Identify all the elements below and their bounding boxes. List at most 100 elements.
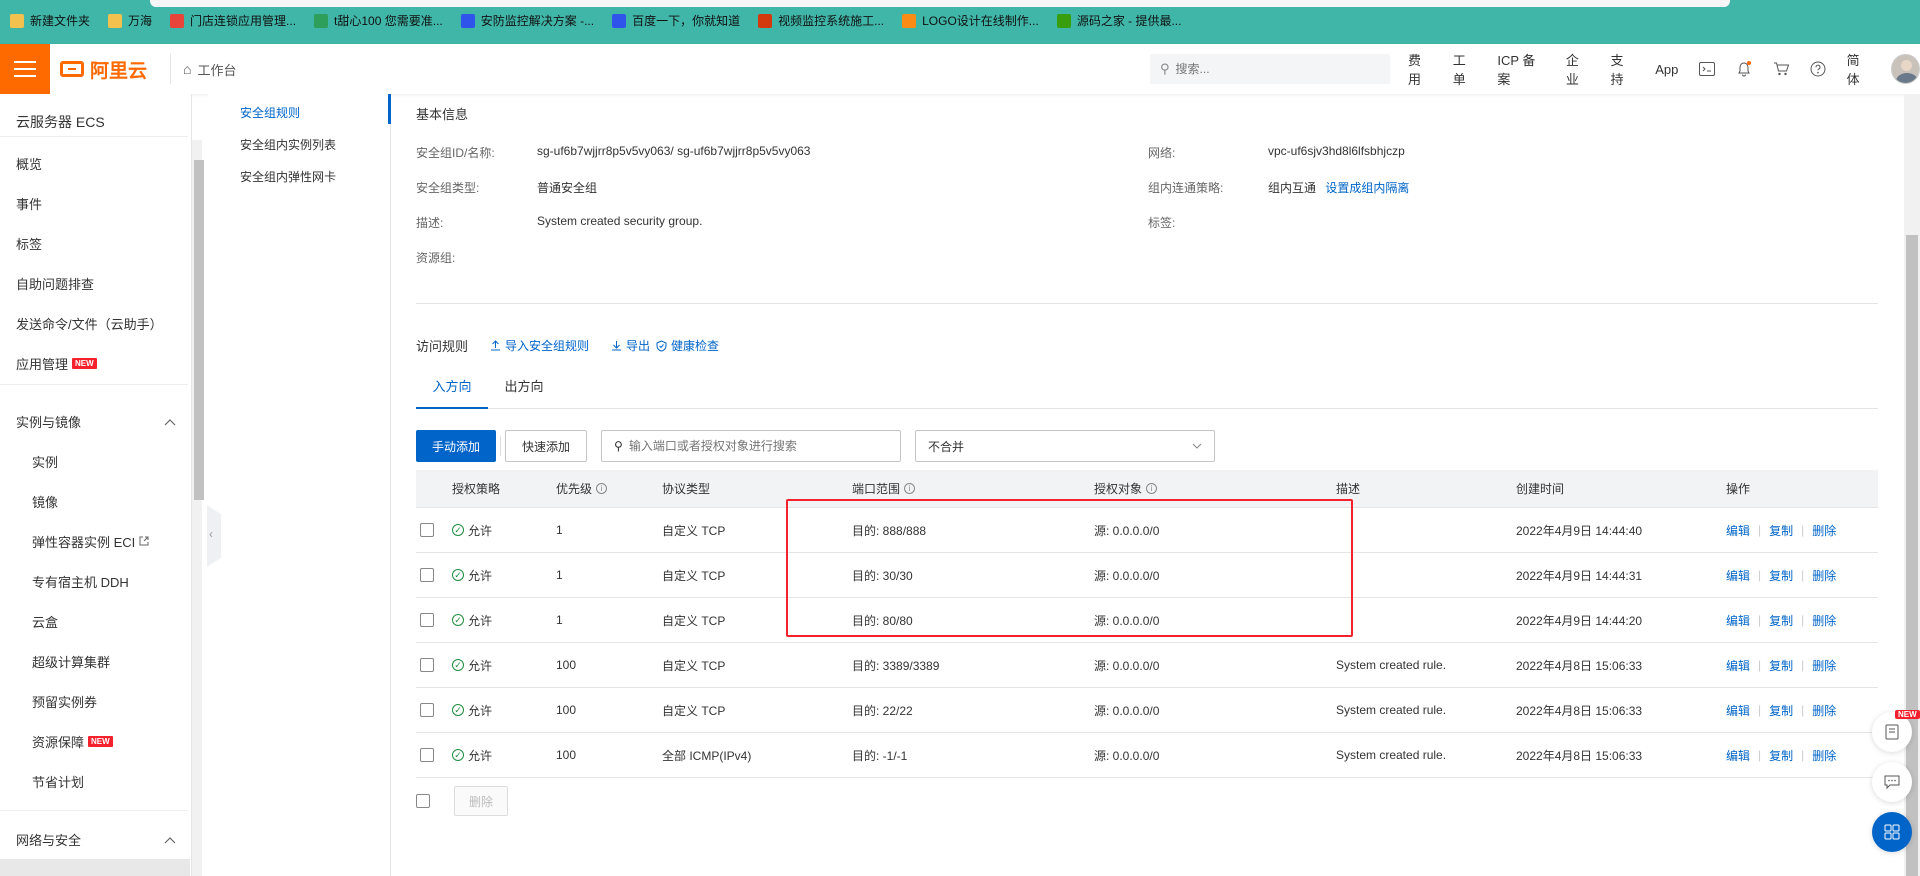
edit-link[interactable]: 编辑: [1726, 747, 1750, 764]
bookmark-item[interactable]: t甜心100 您需要准...: [314, 12, 443, 29]
export-button[interactable]: 导出: [611, 337, 650, 354]
info-icon[interactable]: i: [596, 483, 608, 494]
nav-icp[interactable]: ICP 备案: [1497, 50, 1545, 88]
sidebar-item-resource-assurance[interactable]: 资源保障 NEW: [32, 732, 113, 751]
edit-link[interactable]: 编辑: [1726, 657, 1750, 674]
bookmark-item[interactable]: 新建文件夹: [10, 12, 90, 29]
copy-link[interactable]: 复制: [1769, 657, 1793, 674]
sidebar-item-troubleshoot[interactable]: 自助问题排查: [16, 274, 94, 293]
active-indicator: [388, 94, 391, 124]
help-icon[interactable]: [1810, 60, 1827, 78]
nav-billing[interactable]: 费用: [1408, 50, 1433, 88]
table-row: ✓ 允许 100 全部 ICMP(IPv4) 目的: -1/-1 源: 0.0.0.0/0…: [416, 733, 1878, 778]
sidebar-item-events[interactable]: 事件: [16, 194, 42, 213]
bell-icon[interactable]: [1735, 60, 1752, 78]
row-checkbox[interactable]: [420, 568, 434, 582]
menu-icon[interactable]: [0, 44, 50, 94]
row-checkbox[interactable]: [420, 658, 434, 672]
quick-add-button[interactable]: 快速添加: [505, 430, 588, 462]
bookmark-item[interactable]: 万海: [108, 12, 152, 29]
subnav-item-enis[interactable]: 安全组内弹性网卡: [240, 168, 336, 185]
sidebar-item-images[interactable]: 镜像: [32, 492, 58, 511]
tab-outbound[interactable]: 出方向: [488, 374, 560, 409]
info-icon[interactable]: i: [1146, 483, 1158, 494]
row-checkbox[interactable]: [420, 523, 434, 537]
bookmark-item[interactable]: 源码之家 - 提供最...: [1056, 12, 1182, 29]
delete-link[interactable]: 删除: [1812, 612, 1836, 629]
sidebar-scrollbar-thumb[interactable]: [194, 160, 204, 500]
rule-search[interactable]: ⚲: [601, 430, 902, 462]
row-checkbox[interactable]: [420, 748, 434, 762]
merge-select[interactable]: 不合并: [915, 430, 1216, 462]
bookmark-item[interactable]: 视频监控系统施工...: [758, 12, 884, 29]
batch-delete-button[interactable]: 删除: [454, 786, 509, 816]
info-label-connectivity: 组内连通策略:: [1148, 181, 1224, 195]
bookmark-label: 源码之家 - 提供最...: [1076, 14, 1182, 28]
subnav-item-instances[interactable]: 安全组内实例列表: [240, 136, 336, 153]
check-circle-icon: ✓: [452, 614, 464, 626]
global-search[interactable]: ⚲: [1150, 54, 1390, 84]
bookmark-item[interactable]: LOGO设计在线制作...: [902, 12, 1039, 29]
sidebar-item-hpc-cluster[interactable]: 超级计算集群: [32, 652, 110, 671]
edit-link[interactable]: 编辑: [1726, 522, 1750, 539]
nav-support[interactable]: 支持: [1611, 50, 1636, 88]
bookmark-item[interactable]: 门店连锁应用管理...: [170, 12, 296, 29]
cart-icon[interactable]: [1773, 60, 1790, 78]
bookmark-item[interactable]: 百度一下，你就知道: [612, 12, 740, 29]
sidebar-item-tags[interactable]: 标签: [16, 234, 42, 253]
aliyun-logo[interactable]: 阿里云: [60, 56, 147, 82]
sidebar-group-instances-images[interactable]: 实例与镜像: [16, 412, 176, 431]
edit-link[interactable]: 编辑: [1726, 567, 1750, 584]
copy-link[interactable]: 复制: [1769, 747, 1793, 764]
bookmark-item[interactable]: 安防监控解决方案 -...: [460, 12, 594, 29]
float-apps-button[interactable]: [1872, 812, 1912, 852]
info-icon[interactable]: i: [904, 483, 916, 494]
delete-link[interactable]: 删除: [1812, 702, 1836, 719]
collapse-sidebar-toggle[interactable]: ‹: [207, 505, 221, 567]
copy-link[interactable]: 复制: [1769, 522, 1793, 539]
delete-link[interactable]: 删除: [1812, 567, 1836, 584]
sidebar-item-savings-plan[interactable]: 节省计划: [32, 772, 84, 791]
edit-link[interactable]: 编辑: [1726, 702, 1750, 719]
delete-link[interactable]: 删除: [1812, 522, 1836, 539]
nav-enterprise[interactable]: 企业: [1566, 50, 1591, 88]
sidebar-item-app-management[interactable]: 应用管理 NEW: [16, 354, 97, 373]
manual-add-button[interactable]: 手动添加: [416, 430, 497, 462]
shield-check-icon: [656, 339, 667, 352]
delete-link[interactable]: 删除: [1812, 657, 1836, 674]
copy-link[interactable]: 复制: [1769, 702, 1793, 719]
workbench-link[interactable]: ⌂ 工作台: [170, 54, 236, 84]
sidebar-item-overview[interactable]: 概览: [16, 154, 42, 173]
nav-tickets[interactable]: 工单: [1453, 50, 1478, 88]
sidebar-group-network-security[interactable]: 网络与安全: [16, 830, 176, 849]
sidebar-item-cloud-box[interactable]: 云盒: [32, 612, 58, 631]
row-checkbox[interactable]: [420, 613, 434, 627]
select-all-checkbox[interactable]: [416, 794, 430, 808]
search-input[interactable]: [1175, 62, 1366, 76]
sidebar: 云服务器 ECS 概览 事件 标签 自助问题排查 发送命令/文件（云助手） 应用…: [0, 94, 192, 876]
subnav-item-rules[interactable]: 安全组规则: [240, 104, 300, 121]
sidebar-item-security-group[interactable]: [0, 859, 190, 876]
col-policy: 授权策略: [452, 482, 501, 496]
copy-link[interactable]: 复制: [1769, 612, 1793, 629]
sidebar-item-ddh[interactable]: 专有宿主机 DDH: [32, 572, 129, 591]
leaf-icon: [314, 13, 329, 28]
sidebar-item-cloud-assistant[interactable]: 发送命令/文件（云助手）: [16, 314, 163, 333]
sidebar-item-eci[interactable]: 弹性容器实例 ECI: [32, 532, 149, 551]
set-isolation-link[interactable]: 设置成组内隔离: [1325, 181, 1409, 195]
language-switch[interactable]: 简体: [1847, 50, 1872, 88]
rule-search-input[interactable]: [628, 439, 889, 453]
sidebar-item-reserved-instances[interactable]: 预留实例券: [32, 692, 97, 711]
import-rules-button[interactable]: 导入安全组规则: [490, 337, 589, 354]
avatar[interactable]: [1891, 54, 1920, 84]
copy-link[interactable]: 复制: [1769, 567, 1793, 584]
sidebar-item-instances[interactable]: 实例: [32, 452, 58, 471]
float-chat-button[interactable]: [1872, 762, 1912, 802]
tab-inbound[interactable]: 入方向: [416, 374, 488, 409]
edit-link[interactable]: 编辑: [1726, 612, 1750, 629]
delete-link[interactable]: 删除: [1812, 747, 1836, 764]
terminal-icon[interactable]: [1698, 60, 1715, 78]
nav-app[interactable]: App: [1655, 62, 1678, 77]
health-check-button[interactable]: 健康检查: [656, 337, 719, 354]
row-checkbox[interactable]: [420, 703, 434, 717]
